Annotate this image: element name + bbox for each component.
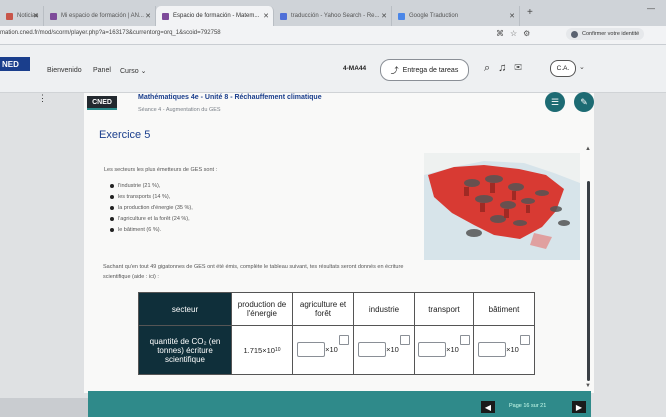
list-item: l'industrie (21 %), bbox=[110, 183, 193, 194]
list-item: la production d'énergie (35 %), bbox=[110, 205, 193, 216]
tab-noticias[interactable]: Noticias ✕ bbox=[0, 6, 44, 26]
exercise-intro: Les secteurs les plus émetteurs de GES s… bbox=[104, 167, 218, 173]
tab-label: traducción - Yahoo Search - Re... bbox=[291, 13, 380, 19]
close-icon[interactable]: ✕ bbox=[509, 12, 515, 20]
chevron-down-icon[interactable]: ⌄ bbox=[579, 63, 585, 71]
exponent-input[interactable] bbox=[399, 335, 410, 345]
module-title: Mathématiques 4e - Unité 8 - Réchauffeme… bbox=[138, 94, 322, 101]
nav-link-bienvenido[interactable]: Bienvenido bbox=[47, 67, 82, 74]
nav-link-curso[interactable]: Curso ⌄ bbox=[120, 67, 146, 75]
favicon-icon bbox=[162, 12, 169, 20]
cell-batiment: ×10 bbox=[473, 325, 535, 375]
submit-tasks-label: Entrega de tareas bbox=[402, 66, 459, 74]
mantissa-input[interactable] bbox=[358, 341, 387, 357]
tab-label: Mi espacio de formación | AN... bbox=[61, 13, 144, 19]
exercise-title: Exercice 5 bbox=[99, 129, 151, 141]
address-bar: mation.cned.fr/mod/scorm/player.php?a=16… bbox=[0, 26, 666, 45]
mantissa-input[interactable] bbox=[418, 341, 447, 357]
exercise-instructions: Sachant qu'en tout 49 gigatonnes de GES … bbox=[103, 264, 404, 280]
new-tab-icon[interactable]: + bbox=[527, 7, 533, 18]
column-header-batiment: bâtiment bbox=[473, 292, 535, 326]
pollution-map-image bbox=[424, 153, 580, 260]
course-code: 4-MA44 bbox=[343, 65, 367, 72]
notebook-button[interactable]: ✎ bbox=[574, 92, 594, 112]
minimize-icon[interactable]: — bbox=[647, 4, 655, 13]
mail-icon[interactable]: ✉ bbox=[514, 62, 530, 74]
previous-page-button[interactable]: ◀ bbox=[481, 401, 495, 413]
close-icon[interactable]: ✕ bbox=[33, 12, 39, 20]
exponent-input[interactable] bbox=[459, 335, 470, 345]
exponent-input[interactable] bbox=[338, 335, 349, 345]
list-item: l'agriculture et la forêt (24 %), bbox=[110, 216, 193, 227]
translate-icon[interactable]: ⌘ bbox=[496, 29, 510, 38]
upload-icon: ⤴ bbox=[390, 65, 399, 75]
tab-google-traduction[interactable]: Google Traduction ✕ bbox=[392, 6, 520, 26]
player-footer: Page 16 sur 21 bbox=[88, 391, 591, 417]
column-header-energie: production de l'énergie bbox=[231, 292, 293, 326]
tab-label: Espacio de formación - Matem... bbox=[173, 13, 260, 19]
scroll-down-icon[interactable]: ▼ bbox=[585, 383, 591, 389]
arrow-right-icon: ▶ bbox=[575, 402, 583, 412]
module-subtitle: Séance 4 - Augmentation du GES bbox=[138, 107, 221, 113]
menu-list-button[interactable]: ☰ bbox=[545, 92, 565, 112]
footer-left-area bbox=[0, 398, 88, 417]
nav-link-panel[interactable]: Panel bbox=[93, 67, 111, 74]
app-navbar: NED Bienvenido Panel Curso ⌄ 4-MA44 ⤴ En… bbox=[0, 45, 666, 93]
column-header-transport: transport bbox=[414, 292, 474, 326]
extensions-icon[interactable]: ⚙ bbox=[523, 29, 536, 38]
browser-tab-bar: Noticias ✕ Mi espacio de formación | AN.… bbox=[0, 0, 666, 26]
submit-tasks-button[interactable]: ⤴ Entrega de tareas bbox=[380, 59, 469, 81]
confirm-identity-button[interactable]: Confirmer votre identité bbox=[566, 28, 645, 40]
user-avatar[interactable]: C.A. bbox=[550, 60, 576, 77]
address-bar-icons: ⌘☆⚙ bbox=[496, 29, 536, 38]
more-vertical-icon[interactable]: ⋮ bbox=[38, 93, 47, 104]
profile-icon bbox=[571, 30, 578, 38]
list-item: les transports (14 %), bbox=[110, 194, 193, 205]
confirm-identity-label: Confirmer votre identité bbox=[582, 31, 640, 37]
favicon-icon bbox=[6, 12, 13, 20]
star-icon[interactable]: ☆ bbox=[510, 29, 523, 38]
ges-table: secteur production de l'énergie agricult… bbox=[138, 292, 535, 375]
cell-transport: ×10 bbox=[414, 325, 474, 375]
row-header-quantite: quantité de CO₂ (en tonnes) écriture sci… bbox=[138, 325, 232, 375]
sector-list: l'industrie (21 %), les transports (14 %… bbox=[110, 183, 193, 238]
url-field[interactable]: mation.cned.fr/mod/scorm/player.php?a=16… bbox=[0, 30, 221, 36]
column-header-agriculture: agriculture et forêt bbox=[292, 292, 354, 326]
close-icon[interactable]: ✕ bbox=[145, 12, 151, 20]
cned-logo: CNED bbox=[87, 96, 117, 108]
cell-energie: 1.715 ×10 10 bbox=[231, 325, 293, 375]
close-icon[interactable]: ✕ bbox=[381, 12, 387, 20]
favicon-icon bbox=[50, 12, 57, 20]
energy-value: 1.715 ×10 10 bbox=[243, 345, 281, 355]
logo-underline bbox=[87, 108, 117, 110]
table-corner-header: secteur bbox=[138, 292, 232, 326]
mantissa-input[interactable] bbox=[478, 341, 507, 357]
mantissa-input[interactable] bbox=[297, 341, 326, 357]
exponent-input[interactable] bbox=[519, 335, 530, 345]
page-indicator: Page 16 sur 21 bbox=[509, 403, 547, 409]
arrow-left-icon: ◀ bbox=[484, 402, 492, 412]
tab-espacio-active[interactable]: Espacio de formación - Matem... ✕ bbox=[156, 6, 274, 26]
cell-agriculture: ×10 bbox=[292, 325, 354, 375]
scrollbar[interactable] bbox=[587, 181, 590, 381]
favicon-icon bbox=[398, 12, 405, 20]
list-item: le bâtiment (6 %). bbox=[110, 227, 193, 238]
bell-icon[interactable]: ♫ bbox=[498, 62, 514, 74]
list-icon: ☰ bbox=[550, 96, 560, 107]
scroll-up-icon[interactable]: ▲ bbox=[585, 146, 591, 152]
site-logo[interactable]: NED bbox=[0, 57, 30, 71]
nav-icons: ⌕♫✉ bbox=[484, 62, 530, 75]
close-icon[interactable]: ✕ bbox=[263, 12, 269, 20]
tab-label: Google Traduction bbox=[409, 13, 459, 19]
next-page-button[interactable]: ▶ bbox=[572, 401, 586, 413]
search-icon[interactable]: ⌕ bbox=[484, 62, 498, 74]
cell-industrie: ×10 bbox=[353, 325, 415, 375]
tab-traduccion[interactable]: traducción - Yahoo Search - Re... ✕ bbox=[274, 6, 392, 26]
favicon-icon bbox=[280, 12, 287, 20]
notebook-icon: ✎ bbox=[580, 96, 588, 107]
tab-mi-espacio[interactable]: Mi espacio de formación | AN... ✕ bbox=[44, 6, 156, 26]
column-header-industrie: industrie bbox=[353, 292, 415, 326]
map-illustration bbox=[424, 153, 580, 249]
